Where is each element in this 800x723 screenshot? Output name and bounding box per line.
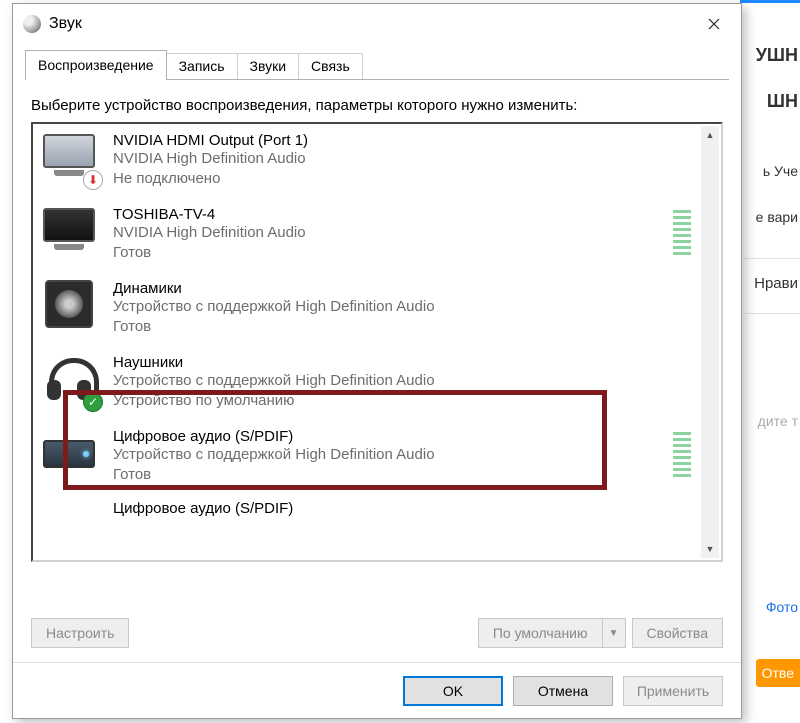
button-label: По умолчанию xyxy=(493,625,588,641)
window-title: Звук xyxy=(49,15,691,33)
ok-button[interactable]: OK xyxy=(403,676,503,706)
button-label: Отмена xyxy=(538,683,588,699)
device-status: Готов xyxy=(113,243,306,263)
device-status: Готов xyxy=(113,317,435,337)
device-driver: Устройство с поддержкой High Definition … xyxy=(113,371,435,391)
device-item[interactable]: Динамики Устройство с поддержкой High De… xyxy=(33,272,721,346)
close-button[interactable] xyxy=(691,8,737,40)
device-driver: NVIDIA High Definition Audio xyxy=(113,149,308,169)
device-icon-headphones: ✓ xyxy=(39,352,99,408)
bg-frag: е вари xyxy=(756,209,798,225)
dropdown-arrow-icon[interactable]: ▼ xyxy=(602,618,626,648)
device-icon-monitor: ⬇ xyxy=(39,130,99,186)
device-name: Цифровое аудио (S/PDIF) xyxy=(113,428,435,445)
scrollbar[interactable]: ▲ ▼ xyxy=(701,126,719,558)
bg-frag: ь Уче xyxy=(763,163,798,179)
disconnected-badge-icon: ⬇ xyxy=(83,170,103,190)
tabstrip: Воспроизведение Запись Звуки Связь xyxy=(13,44,741,80)
device-item-headphones[interactable]: ✓ Наушники Устройство с поддержкой High … xyxy=(33,346,721,420)
device-icon-monitor xyxy=(39,204,99,260)
device-icon xyxy=(39,498,99,516)
instruction-text: Выберите устройство воспроизведения, пар… xyxy=(31,95,723,116)
background-page: УШН ШН ь Уче е вари Нрави дите т Фото От… xyxy=(740,0,800,723)
button-label: Настроить xyxy=(46,625,114,641)
tab-label: Воспроизведение xyxy=(38,57,154,73)
properties-button[interactable]: Свойства xyxy=(632,618,723,648)
bg-frag: УШН xyxy=(756,45,798,66)
bg-answer-button[interactable]: Отве xyxy=(756,659,800,687)
device-status: Не подключено xyxy=(113,169,308,189)
device-driver: Устройство с поддержкой High Definition … xyxy=(113,445,435,465)
sound-dialog: Звук Воспроизведение Запись Звуки Связь … xyxy=(12,3,742,719)
device-item[interactable]: ⬇ NVIDIA HDMI Output (Port 1) NVIDIA Hig… xyxy=(33,124,721,198)
bg-frag: дите т xyxy=(758,413,798,429)
device-item[interactable]: TOSHIBA-TV-4 NVIDIA High Definition Audi… xyxy=(33,198,721,272)
device-name: Цифровое аудио (S/PDIF) xyxy=(113,500,293,517)
device-listbox[interactable]: ⬇ NVIDIA HDMI Output (Port 1) NVIDIA Hig… xyxy=(31,122,723,562)
device-item[interactable]: Цифровое аудио (S/PDIF) xyxy=(33,494,721,516)
device-icon-speaker xyxy=(39,278,99,334)
titlebar: Звук xyxy=(13,4,741,44)
bg-frag: ШН xyxy=(767,91,798,112)
level-meter-icon xyxy=(673,432,691,477)
level-meter-icon xyxy=(673,210,691,255)
device-status: Готов xyxy=(113,465,435,485)
device-name: NVIDIA HDMI Output (Port 1) xyxy=(113,132,308,149)
cancel-button[interactable]: Отмена xyxy=(513,676,613,706)
scroll-track[interactable] xyxy=(701,144,719,540)
scroll-up-icon[interactable]: ▲ xyxy=(701,126,719,144)
tab-label: Связь xyxy=(311,58,350,74)
bg-photo-link[interactable]: Фото xyxy=(766,599,798,615)
tab-sounds[interactable]: Звуки xyxy=(237,53,300,80)
button-label: Свойства xyxy=(647,625,708,641)
tab-label: Запись xyxy=(179,58,225,74)
config-button-row: Настроить По умолчанию ▼ Свойства xyxy=(31,618,723,648)
default-check-icon: ✓ xyxy=(83,392,103,412)
apply-button[interactable]: Применить xyxy=(623,676,723,706)
tab-recording[interactable]: Запись xyxy=(166,53,238,80)
configure-button[interactable]: Настроить xyxy=(31,618,129,648)
tab-label: Звуки xyxy=(250,58,287,74)
device-driver: NVIDIA High Definition Audio xyxy=(113,223,306,243)
dialog-button-row: OK Отмена Применить xyxy=(13,662,741,718)
set-default-button[interactable]: По умолчанию xyxy=(478,618,602,648)
button-label: OK xyxy=(443,683,463,699)
bg-frag: Нрави xyxy=(754,275,798,292)
device-item[interactable]: Цифровое аудио (S/PDIF) Устройство с под… xyxy=(33,420,721,494)
device-name: TOSHIBA-TV-4 xyxy=(113,206,306,223)
device-icon-spdif xyxy=(39,426,99,482)
sound-app-icon xyxy=(23,15,41,33)
scroll-down-icon[interactable]: ▼ xyxy=(701,540,719,558)
tab-communications[interactable]: Связь xyxy=(298,53,363,80)
tab-body-playback: Выберите устройство воспроизведения, пар… xyxy=(13,81,741,662)
device-status: Устройство по умолчанию xyxy=(113,391,435,411)
device-name: Наушники xyxy=(113,354,435,371)
device-name: Динамики xyxy=(113,280,435,297)
tab-playback[interactable]: Воспроизведение xyxy=(25,50,167,80)
device-driver: Устройство с поддержкой High Definition … xyxy=(113,297,435,317)
set-default-dropdown[interactable]: По умолчанию ▼ xyxy=(478,618,626,648)
close-icon xyxy=(708,18,720,30)
button-label: Применить xyxy=(637,683,709,699)
